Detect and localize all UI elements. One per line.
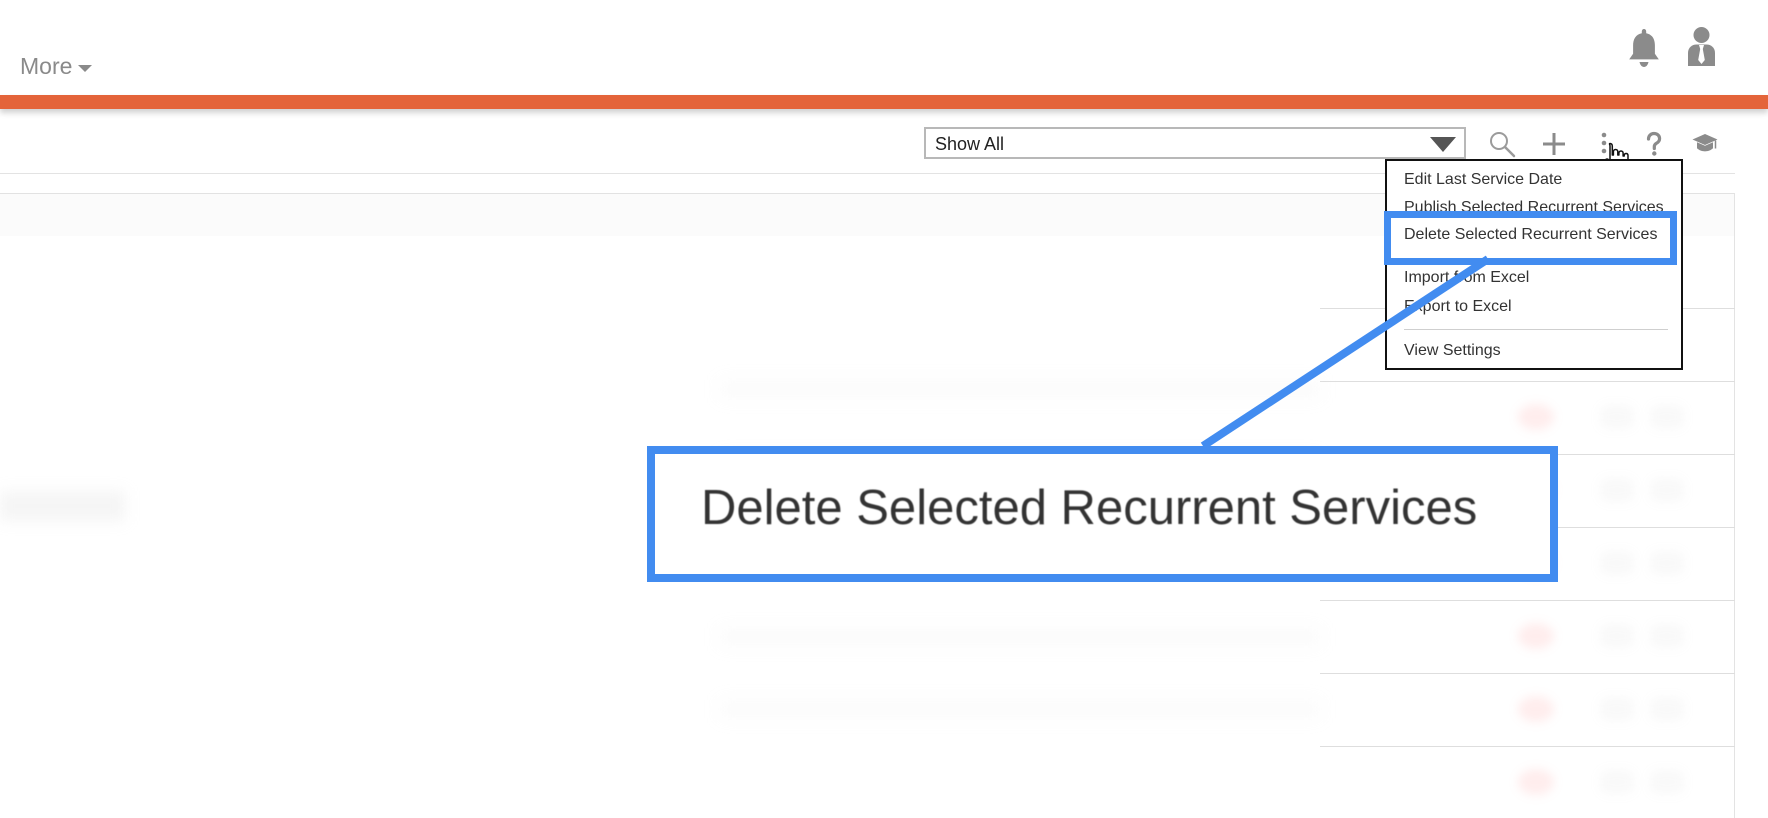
blurred-row-divider	[1320, 381, 1735, 382]
blurred-row-divider	[1320, 600, 1735, 601]
blurred-row-text	[720, 628, 1320, 646]
blurred-action-icon	[1600, 478, 1634, 502]
blurred-action-icon	[1600, 405, 1634, 429]
blurred-row-divider	[1320, 673, 1735, 674]
app-page: More Show All Edit Last Service Date Pub…	[0, 0, 1768, 818]
highlighted-menu-item-frame	[1384, 211, 1677, 265]
blurred-action-icon	[1650, 697, 1684, 721]
menu-item-import-from-excel[interactable]: Import from Excel	[1404, 269, 1529, 291]
blurred-action-icon	[1650, 478, 1684, 502]
blurred-action-icon	[1600, 770, 1634, 794]
menu-item-view-settings[interactable]: View Settings	[1404, 342, 1501, 364]
bell-icon[interactable]	[1626, 27, 1662, 69]
blurred-action-icon	[1650, 551, 1684, 575]
search-icon[interactable]	[1488, 130, 1516, 158]
blurred-cell-text	[0, 491, 125, 521]
blurred-status-indicator	[1518, 696, 1554, 722]
blurred-action-icon	[1650, 405, 1684, 429]
menu-separator	[1404, 329, 1668, 330]
blurred-row-divider	[1320, 746, 1735, 747]
more-menu[interactable]: More	[20, 53, 93, 80]
callout-box: Delete Selected Recurrent Services	[647, 446, 1558, 582]
help-icon[interactable]	[1640, 130, 1668, 158]
more-label: More	[20, 53, 73, 79]
blurred-action-icon	[1600, 697, 1634, 721]
add-icon[interactable]	[1540, 130, 1568, 158]
blurred-status-indicator	[1518, 769, 1554, 795]
menu-item-export-to-excel[interactable]: Export to Excel	[1404, 298, 1512, 320]
training-icon[interactable]	[1691, 130, 1719, 158]
caret-down-icon	[78, 65, 93, 72]
brand-accent-bar	[0, 95, 1768, 109]
user-icon[interactable]	[1685, 26, 1718, 68]
menu-item-edit-last-service-date[interactable]: Edit Last Service Date	[1404, 171, 1562, 193]
table-right-border	[1734, 193, 1735, 818]
chevron-down-icon	[1430, 137, 1456, 152]
blurred-status-indicator	[1518, 404, 1554, 430]
blurred-action-icon	[1600, 624, 1634, 648]
filter-selected-value: Show All	[935, 134, 1005, 154]
blurred-action-icon	[1650, 770, 1684, 794]
callout-text: Delete Selected Recurrent Services	[701, 481, 1478, 535]
blurred-row-text	[720, 700, 1320, 718]
blurred-status-indicator	[1518, 623, 1554, 649]
filter-select[interactable]: Show All	[924, 127, 1466, 159]
blurred-action-icon	[1650, 624, 1684, 648]
top-header: More	[0, 0, 1768, 95]
blurred-row-text	[720, 380, 1320, 398]
blurred-action-icon	[1600, 551, 1634, 575]
